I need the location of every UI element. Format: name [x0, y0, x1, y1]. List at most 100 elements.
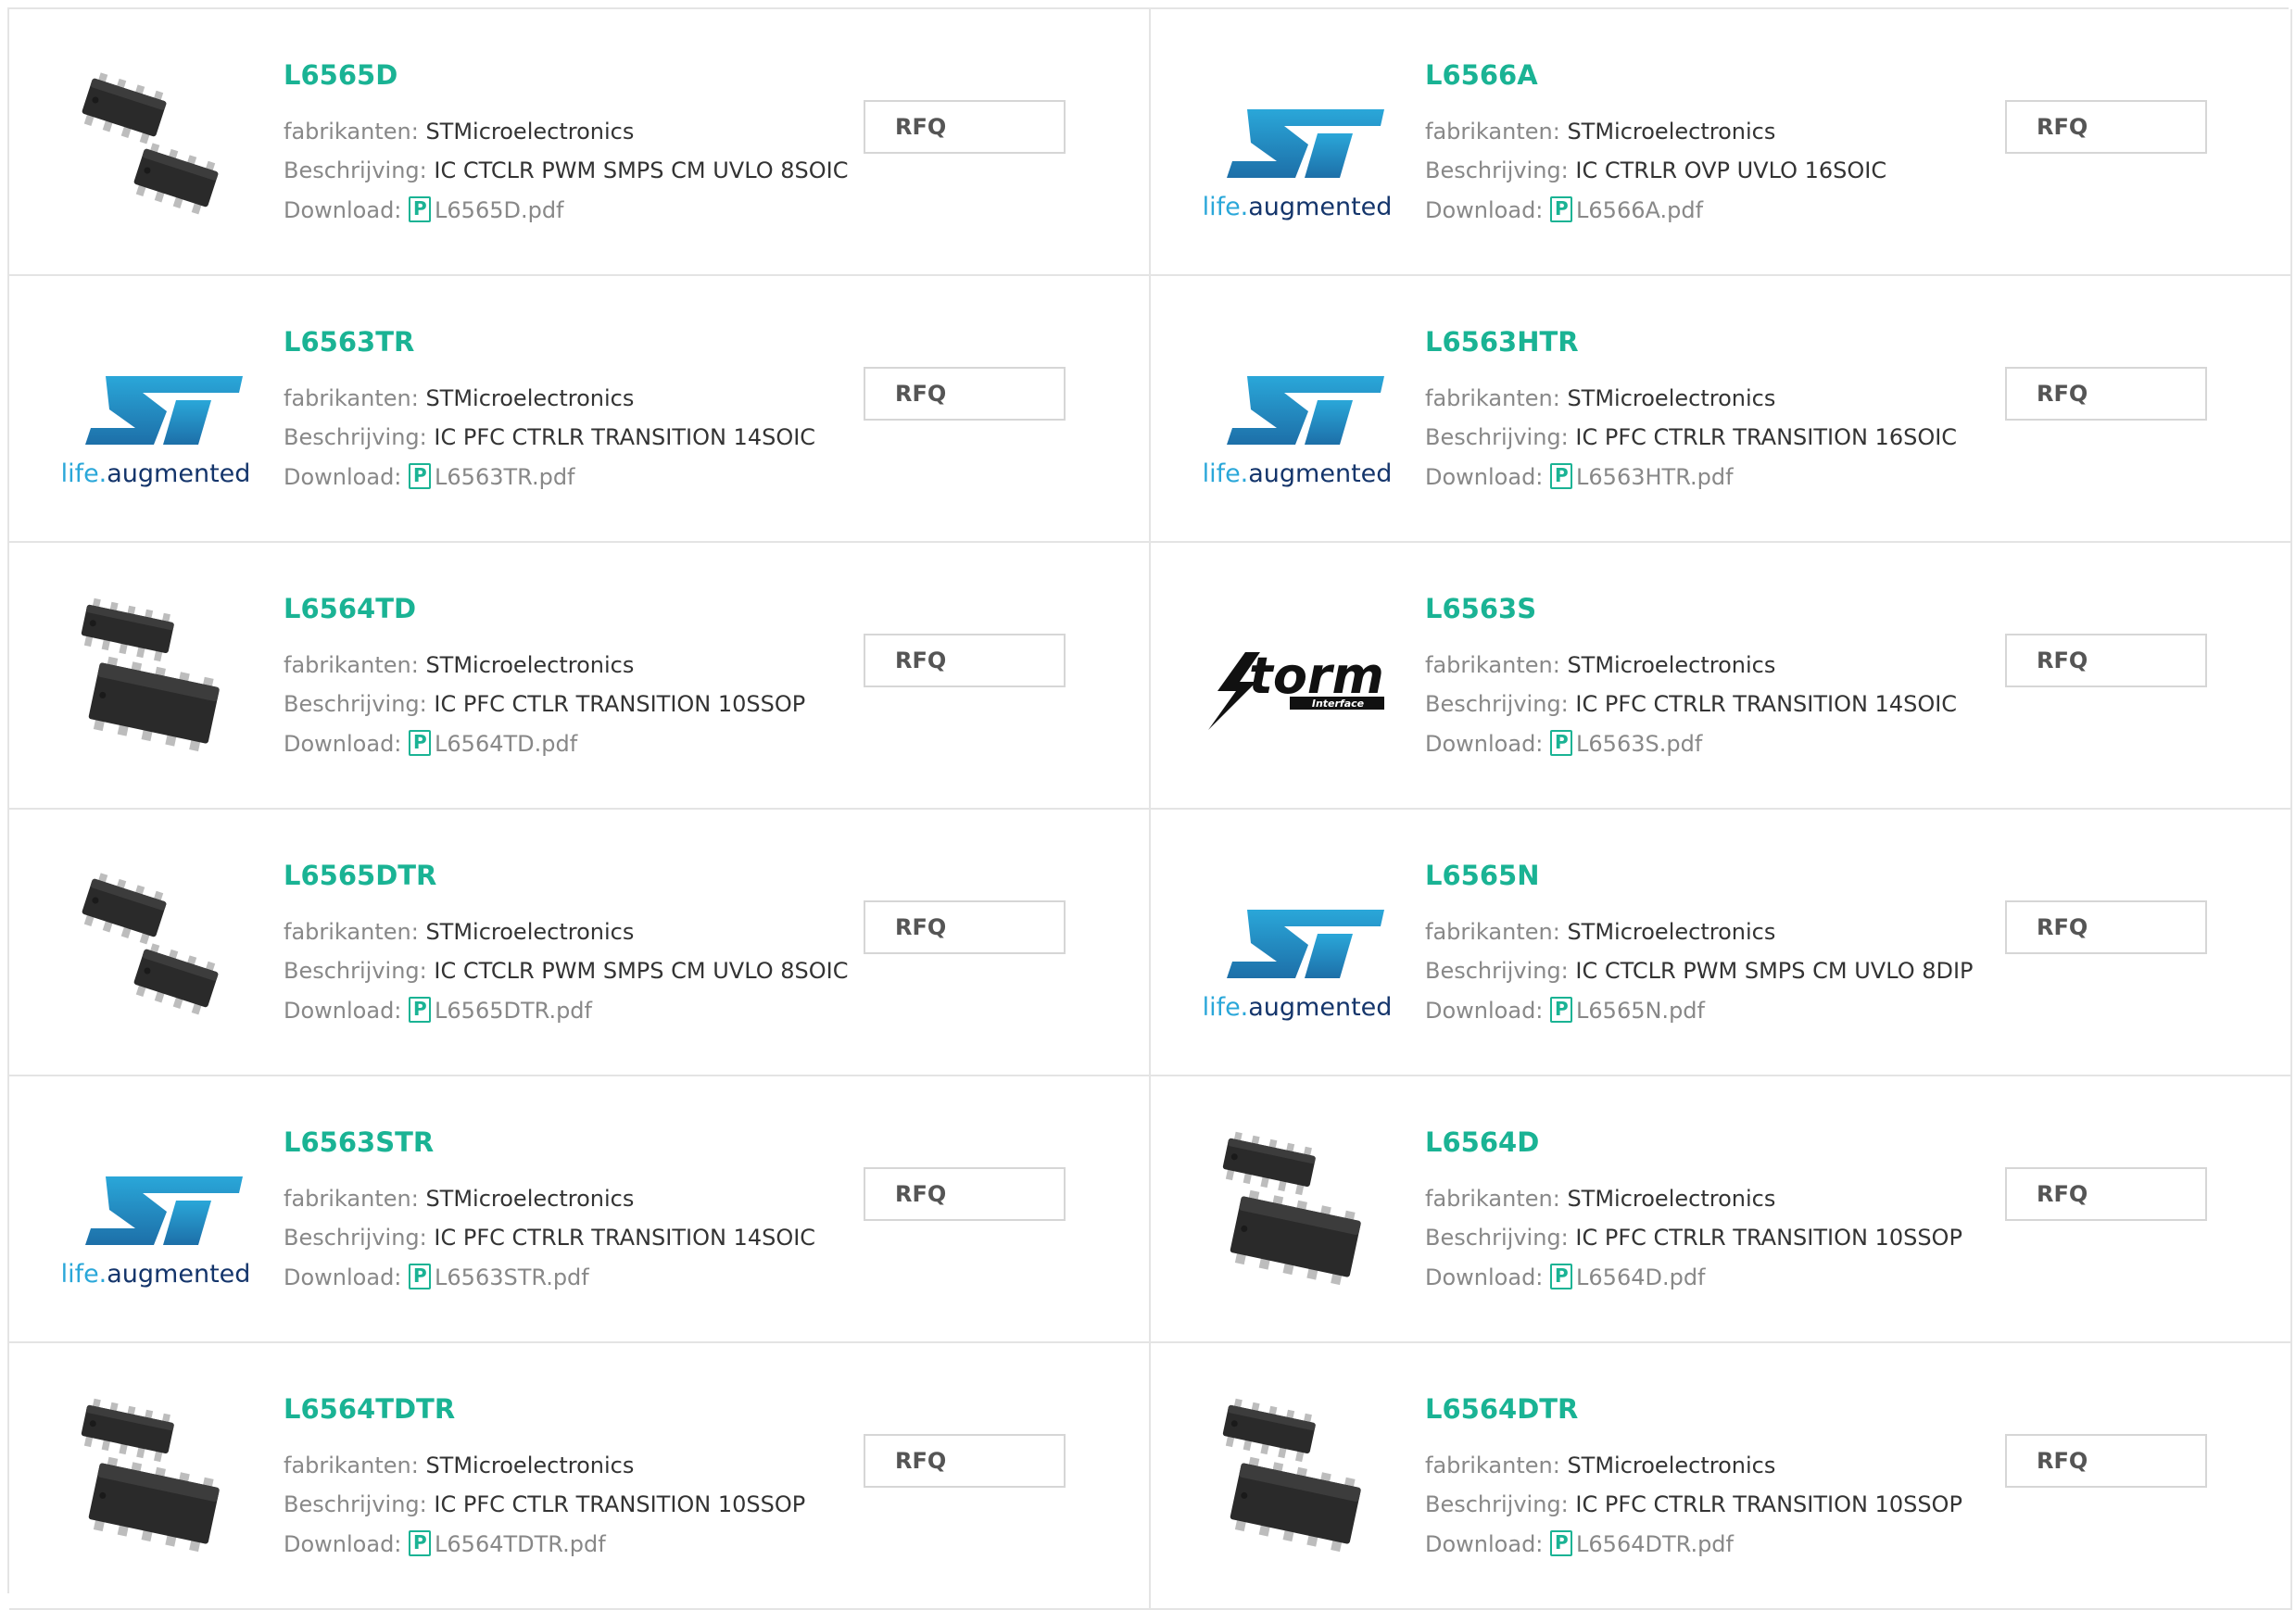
product-title-link[interactable]: L6565DTR	[284, 860, 436, 891]
datasheet-link[interactable]: L6563S.pdf	[1550, 730, 1703, 757]
download-row: Download: L6563STR.pdf	[284, 1264, 589, 1290]
product-title-link[interactable]: L6565D	[284, 59, 397, 91]
datasheet-link[interactable]: L6566A.pdf	[1550, 196, 1703, 223]
rfq-button[interactable]: RFQ	[864, 634, 1066, 687]
product-card: L6565DTR fabrikanten: STMicroelectronics…	[9, 810, 1151, 1076]
product-title-link[interactable]: L6565N	[1425, 860, 1539, 891]
rfq-button[interactable]: RFQ	[864, 100, 1066, 154]
download-row: Download: L6564DTR.pdf	[1425, 1530, 1734, 1557]
rfq-button[interactable]: RFQ	[2005, 900, 2207, 954]
download-label: Download:	[284, 1264, 402, 1290]
download-row: Download: L6564TDTR.pdf	[284, 1530, 606, 1557]
manufacturer-label: fabrikanten:	[1425, 119, 1560, 145]
download-label: Download:	[1425, 1531, 1544, 1557]
description-value: IC PFC CTLR TRANSITION 10SSOP	[434, 1491, 806, 1517]
rfq-button[interactable]: RFQ	[864, 367, 1066, 421]
manufacturer-row: fabrikanten: STMicroelectronics	[284, 119, 634, 145]
description-value: IC PFC CTLR TRANSITION 10SSOP	[434, 691, 806, 717]
product-card: life.augmented L6566A fabrikanten: STMic…	[1151, 9, 2292, 276]
description-value: IC CTCLR PWM SMPS CM UVLO 8SOIC	[434, 958, 849, 984]
datasheet-link[interactable]: L6564TDTR.pdf	[409, 1530, 606, 1557]
pdf-icon	[1550, 730, 1573, 756]
download-row: Download: L6564D.pdf	[1425, 1264, 1706, 1290]
manufacturer-row: fabrikanten: STMicroelectronics	[284, 652, 634, 678]
rfq-button[interactable]: RFQ	[2005, 1434, 2207, 1488]
svg-text:Interface: Interface	[1312, 698, 1365, 710]
download-label: Download:	[1425, 197, 1544, 223]
manufacturer-value: STMicroelectronics	[1567, 919, 1776, 945]
product-title-link[interactable]: L6564TD	[284, 593, 416, 624]
manufacturer-label: fabrikanten:	[1425, 1186, 1560, 1212]
manufacturer-row: fabrikanten: STMicroelectronics	[1425, 119, 1775, 145]
description-row: Beschrijving: IC PFC CTRLR TRANSITION 16…	[1425, 424, 1957, 450]
product-card: L6564DTR fabrikanten: STMicroelectronics…	[1151, 1343, 2292, 1610]
manufacturer-label: fabrikanten:	[284, 1453, 419, 1478]
rfq-button[interactable]: RFQ	[2005, 100, 2207, 154]
product-title-link[interactable]: L6564DTR	[1425, 1393, 1578, 1425]
datasheet-link[interactable]: L6565D.pdf	[409, 196, 564, 223]
manufacturer-label: fabrikanten:	[284, 119, 419, 145]
datasheet-link[interactable]: L6565N.pdf	[1550, 997, 1705, 1024]
download-row: Download: L6565D.pdf	[284, 196, 564, 223]
download-label: Download:	[1425, 731, 1544, 757]
description-label: Beschrijving:	[1425, 958, 1569, 984]
description-row: Beschrijving: IC PFC CTLR TRANSITION 10S…	[284, 691, 805, 717]
datasheet-link[interactable]: L6564TD.pdf	[409, 730, 577, 757]
rfq-button[interactable]: RFQ	[864, 900, 1066, 954]
description-label: Beschrijving:	[1425, 424, 1569, 450]
product-title-link[interactable]: L6563TR	[284, 326, 414, 358]
manufacturer-row: fabrikanten: STMicroelectronics	[1425, 652, 1775, 678]
description-row: Beschrijving: IC CTCLR PWM SMPS CM UVLO …	[1425, 958, 1974, 984]
datasheet-link[interactable]: L6563HTR.pdf	[1550, 463, 1734, 490]
product-card: life.augmented L6565N fabrikanten: STMic…	[1151, 810, 2292, 1076]
svg-text:life.augmented: life.augmented	[61, 459, 251, 488]
manufacturer-row: fabrikanten: STMicroelectronics	[284, 385, 634, 411]
description-label: Beschrijving:	[284, 424, 427, 450]
manufacturer-row: fabrikanten: STMicroelectronics	[1425, 1453, 1775, 1478]
svg-text:torm: torm	[1249, 647, 1384, 705]
description-label: Beschrijving:	[284, 958, 427, 984]
product-title-link[interactable]: L6563S	[1425, 593, 1536, 624]
product-title-link[interactable]: L6564TDTR	[284, 1393, 455, 1425]
datasheet-filename: L6563STR.pdf	[435, 1264, 589, 1290]
pdf-icon	[409, 997, 432, 1023]
product-title-link[interactable]: L6563HTR	[1425, 326, 1579, 358]
description-label: Beschrijving:	[284, 691, 427, 717]
manufacturer-value: STMicroelectronics	[1567, 1453, 1776, 1478]
datasheet-link[interactable]: L6563STR.pdf	[409, 1264, 589, 1290]
manufacturer-label: fabrikanten:	[1425, 385, 1560, 411]
description-row: Beschrijving: IC PFC CTRLR TRANSITION 14…	[284, 1225, 815, 1251]
product-card: life.augmented L6563STR fabrikanten: STM…	[9, 1076, 1151, 1343]
pdf-icon	[1550, 463, 1573, 489]
download-row: Download: L6563TR.pdf	[284, 463, 575, 490]
product-image	[1199, 1382, 1395, 1579]
product-title-link[interactable]: L6564D	[1425, 1126, 1539, 1158]
product-image	[57, 1382, 254, 1579]
manufacturer-value: STMicroelectronics	[425, 919, 635, 945]
manufacturer-value: STMicroelectronics	[425, 119, 635, 145]
ic-chip-10pin-icon	[81, 1398, 220, 1553]
description-value: IC PFC CTRLR TRANSITION 16SOIC	[1575, 424, 1958, 450]
description-row: Beschrijving: IC PFC CTRLR TRANSITION 14…	[284, 424, 815, 450]
rfq-button[interactable]: RFQ	[2005, 367, 2207, 421]
datasheet-link[interactable]: L6565DTR.pdf	[409, 997, 592, 1024]
datasheet-filename: L6564TDTR.pdf	[435, 1531, 606, 1557]
rfq-button[interactable]: RFQ	[2005, 1167, 2207, 1221]
manufacturer-row: fabrikanten: STMicroelectronics	[284, 919, 634, 945]
st-logo-icon: life.augmented	[1203, 109, 1392, 221]
product-image	[57, 48, 254, 245]
datasheet-link[interactable]: L6564DTR.pdf	[1550, 1530, 1734, 1557]
datasheet-link[interactable]: L6563TR.pdf	[409, 463, 575, 490]
description-label: Beschrijving:	[1425, 1491, 1569, 1517]
ic-chip-10pin-icon	[1222, 1131, 1361, 1286]
product-title-link[interactable]: L6566A	[1425, 59, 1538, 91]
description-row: Beschrijving: IC PFC CTRLR TRANSITION 10…	[1425, 1225, 1962, 1251]
rfq-button[interactable]: RFQ	[864, 1434, 1066, 1488]
manufacturer-row: fabrikanten: STMicroelectronics	[1425, 919, 1775, 945]
rfq-button[interactable]: RFQ	[864, 1167, 1066, 1221]
download-label: Download:	[1425, 998, 1544, 1024]
product-title-link[interactable]: L6563STR	[284, 1126, 434, 1158]
datasheet-link[interactable]: L6564D.pdf	[1550, 1264, 1706, 1290]
rfq-button[interactable]: RFQ	[2005, 634, 2207, 687]
datasheet-filename: L6563S.pdf	[1576, 731, 1703, 757]
